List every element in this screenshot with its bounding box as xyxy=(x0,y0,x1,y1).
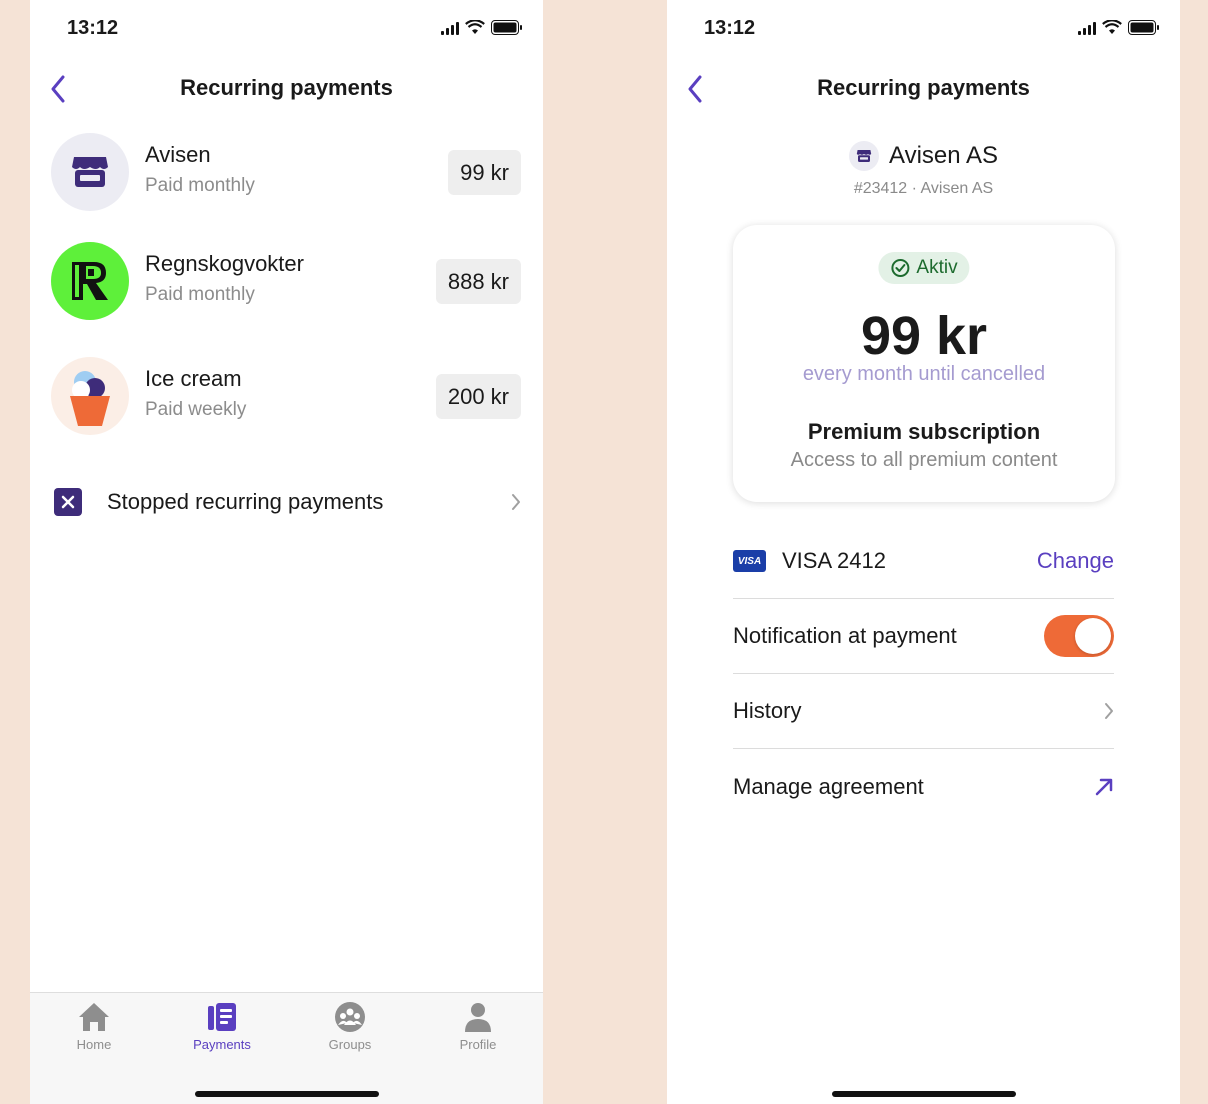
page-title: Recurring payments xyxy=(817,75,1030,100)
merchant-name: Regnskogvokter xyxy=(145,251,304,276)
signal-icon xyxy=(441,21,459,35)
merchant-avatar xyxy=(51,357,129,435)
plan-name: Premium subscription xyxy=(807,419,1041,444)
tab-payments[interactable]: Payments xyxy=(167,1001,277,1052)
page-title: Recurring payments xyxy=(180,75,393,100)
check-circle-icon xyxy=(891,259,910,277)
payment-frequency: Paid monthly xyxy=(145,175,255,196)
battery-icon xyxy=(1128,20,1159,35)
home-icon xyxy=(79,1003,109,1031)
payment-frequency: Paid weekly xyxy=(145,399,247,420)
tab-label: Payments xyxy=(193,1037,251,1052)
manage-agreement-row[interactable]: Manage agreement xyxy=(733,749,1114,824)
merchant-name: Avisen AS xyxy=(889,142,998,169)
status-time: 13:12 xyxy=(704,17,756,39)
history-row[interactable]: History xyxy=(733,674,1114,749)
merchant-avatar xyxy=(51,242,129,320)
tab-label: Home xyxy=(76,1037,112,1052)
wifi-icon xyxy=(465,20,485,34)
r-logo-icon xyxy=(72,262,108,300)
merchant-reference: #23412 · Avisen AS xyxy=(853,180,994,197)
ice-cream-icon xyxy=(70,371,110,426)
merchant-avatar xyxy=(849,141,880,171)
store-icon xyxy=(72,157,108,187)
payment-row-avisen[interactable]: Avisen Paid monthly 99 kr xyxy=(51,133,521,213)
history-label: History xyxy=(733,698,802,723)
tab-groups[interactable]: Groups xyxy=(295,1001,405,1052)
agreement-card: Aktiv 99 kr every month until cancelled … xyxy=(733,225,1115,502)
payments-list-screen: 13:12 Recurring payments Avisen Paid mon… xyxy=(30,0,543,1104)
agreement-frequency: every month until cancelled xyxy=(802,363,1046,385)
home-indicator xyxy=(194,1091,379,1097)
battery-icon xyxy=(491,20,522,35)
payment-amount: 200 kr xyxy=(435,374,521,419)
manage-agreement-label: Manage agreement xyxy=(733,773,924,799)
tab-profile[interactable]: Profile xyxy=(423,1001,533,1052)
plan-description: Access to all premium content xyxy=(790,449,1058,471)
groups-icon xyxy=(335,1002,365,1032)
merchant-header: Avisen AS xyxy=(667,141,1180,171)
agreement-amount: 99 kr xyxy=(860,306,988,366)
payment-method-row: VISA VISA 2412 Change xyxy=(733,524,1114,599)
toggle-knob xyxy=(1075,618,1111,654)
tab-label: Profile xyxy=(459,1037,497,1052)
payment-amount: 99 kr xyxy=(448,150,521,195)
status-icons xyxy=(441,20,523,35)
notification-label: Notification at payment xyxy=(733,623,957,648)
payments-icon xyxy=(208,1003,236,1031)
wifi-icon xyxy=(1102,20,1122,34)
signal-icon xyxy=(1078,21,1096,35)
tab-bar: Home Payments Groups Profile xyxy=(30,992,543,1104)
payment-detail-screen: 13:12 Recurring payments Avisen AS #2341… xyxy=(667,0,1180,1104)
tab-home[interactable]: Home xyxy=(39,1001,149,1052)
status-label: Aktiv xyxy=(916,257,958,278)
payment-method-label: VISA 2412 xyxy=(782,548,886,573)
payment-row-ice-cream[interactable]: Ice cream Paid weekly 200 kr xyxy=(51,357,521,437)
merchant-avatar xyxy=(51,133,129,211)
merchant-name: Ice cream xyxy=(145,366,242,391)
payment-amount: 888 kr xyxy=(435,259,521,304)
home-indicator xyxy=(831,1091,1016,1097)
payment-frequency: Paid monthly xyxy=(145,284,255,305)
chevron-right-icon xyxy=(1105,703,1113,719)
visa-card-icon: VISA xyxy=(733,550,766,572)
status-badge: Aktiv xyxy=(878,252,970,284)
external-arrow-icon xyxy=(1095,778,1113,795)
payment-row-regnskogvokter[interactable]: Regnskogvokter Paid monthly 888 kr xyxy=(51,242,521,322)
change-payment-method-button[interactable]: Change xyxy=(1037,548,1114,574)
store-icon xyxy=(856,150,872,162)
merchant-name: Avisen xyxy=(145,142,211,167)
stopped-payments-label: Stopped recurring payments xyxy=(107,489,384,514)
profile-icon xyxy=(465,1003,491,1032)
status-time: 13:12 xyxy=(67,17,119,39)
chevron-right-icon xyxy=(512,494,520,510)
status-icons xyxy=(1078,20,1160,35)
tab-label: Groups xyxy=(328,1037,372,1052)
x-square-icon xyxy=(54,488,82,516)
notification-toggle[interactable] xyxy=(1044,615,1114,657)
stopped-payments-link[interactable]: Stopped recurring payments xyxy=(54,480,521,524)
notification-row: Notification at payment xyxy=(733,599,1114,674)
